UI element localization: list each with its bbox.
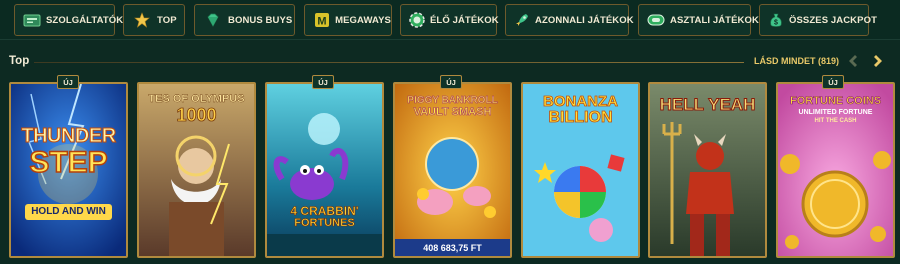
new-badge: ÚJ: [57, 75, 79, 89]
game-card-4-crabbin-fortunes[interactable]: 4 CRABBIN' FORTUNES: [265, 82, 384, 258]
provider-icon: [23, 10, 41, 30]
prev-arrow-button[interactable]: [845, 53, 861, 69]
see-all-link[interactable]: LÁSD MINDET (819): [754, 56, 839, 66]
game-artwork: [267, 84, 382, 256]
game-title: PIGGY BANKROLL VAULT SMASH: [407, 95, 498, 118]
nav-label: ASZTALI JÁTÉKOK: [670, 14, 759, 26]
nav-label: ÖSSZES JACKPOT: [789, 14, 877, 26]
game-title: TES OF OLYMPUS 1000: [148, 93, 245, 125]
new-badge: ÚJ: [822, 75, 844, 89]
game-title: 4 CRABBIN' FORTUNES: [290, 204, 359, 229]
nav-label: MEGAWAYS: [335, 14, 391, 26]
game-card-hell-yeah[interactable]: HELL YEAH: [648, 82, 767, 258]
nav-label: SZOLGÁLTATÓK: [46, 14, 124, 26]
category-nav: SZOLGÁLTATÓK TOP BONUS BUYS M MEGAWAYS É…: [0, 0, 900, 40]
game-title: FORTUNE COINS UNLIMITED FORTUNE HIT THE …: [789, 95, 882, 124]
game-card-piggy-bankroll-vault-smash[interactable]: PIGGY BANKROLL VAULT SMASH 408 683,75 FT: [393, 82, 512, 258]
game-title: HELL YEAH: [659, 95, 756, 114]
game-card-thunder-step[interactable]: THUNDER STEP HOLD AND WIN: [9, 82, 128, 258]
nav-megaways[interactable]: M MEGAWAYS: [304, 4, 392, 36]
game-subtitle: HOLD AND WIN: [11, 201, 126, 220]
nav-label: BONUS BUYS: [228, 14, 293, 26]
nav-providers[interactable]: SZOLGÁLTATÓK: [14, 4, 123, 36]
megaways-icon: M: [313, 10, 330, 30]
gem-icon: [203, 10, 223, 30]
game-title: BONANZA BILLION: [543, 93, 619, 126]
table-games-icon: [647, 10, 665, 30]
svg-text:M: M: [317, 16, 326, 28]
rocket-icon: [514, 10, 530, 30]
next-arrow-button[interactable]: [870, 53, 886, 69]
game-card-gates-of-olympus-1000[interactable]: TES OF OLYMPUS 1000: [137, 82, 256, 258]
game-title: THUNDER STEP: [21, 125, 117, 179]
nav-all-jackpots[interactable]: $ ÖSSZES JACKPOT: [759, 4, 877, 36]
money-bag-icon: $: [768, 10, 784, 30]
section-divider: [34, 62, 744, 63]
star-icon: [132, 10, 152, 30]
game-card-bonanza-billion[interactable]: BONANZA BILLION: [521, 82, 640, 258]
chevron-left-icon: [849, 55, 857, 67]
nav-table-games[interactable]: ASZTALI JÁTÉKOK: [638, 4, 759, 36]
live-chip-icon: [409, 10, 425, 30]
jackpot-amount: 408 683,75 FT: [395, 239, 510, 256]
nav-label: TOP: [157, 14, 177, 26]
section-title: Top: [9, 55, 30, 67]
nav-bonus-buys[interactable]: BONUS BUYS: [194, 4, 295, 36]
nav-live-games[interactable]: ÉLŐ JÁTÉKOK: [400, 4, 499, 36]
nav-instant-games[interactable]: AZONNALI JÁTÉKOK: [505, 4, 634, 36]
nav-label: ÉLŐ JÁTÉKOK: [430, 14, 499, 26]
nav-label: AZONNALI JÁTÉKOK: [535, 14, 634, 26]
chevron-right-icon: [874, 55, 882, 67]
nav-top[interactable]: TOP: [123, 4, 185, 36]
new-badge: ÚJ: [440, 75, 462, 89]
svg-text:$: $: [774, 20, 778, 27]
new-badge: ÚJ: [312, 75, 334, 89]
game-card-fortune-coins[interactable]: FORTUNE COINS UNLIMITED FORTUNE HIT THE …: [776, 82, 895, 258]
